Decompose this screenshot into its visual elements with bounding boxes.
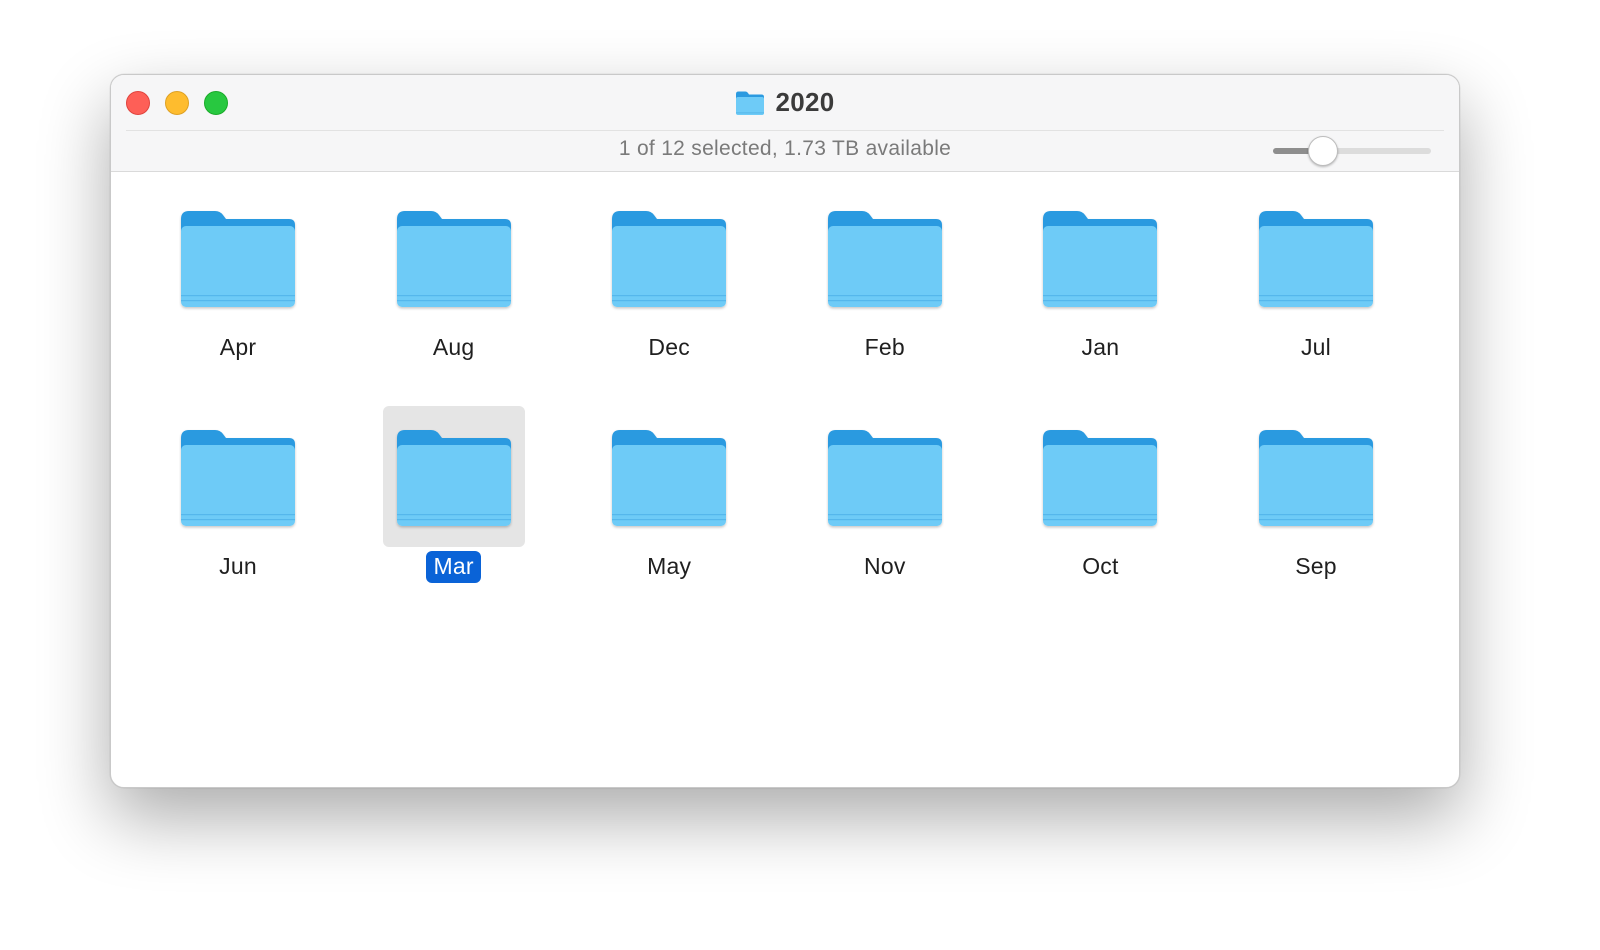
folder-label[interactable]: Dec [641, 332, 697, 364]
folder-label[interactable]: Oct [1075, 551, 1125, 583]
folder-label[interactable]: Apr [213, 332, 263, 364]
folder-label[interactable]: Jun [212, 551, 264, 583]
folder-icon[interactable] [826, 209, 944, 311]
folder-item[interactable]: Jul [1189, 172, 1443, 372]
folder-label[interactable]: Feb [858, 332, 912, 364]
folder-label[interactable]: Jul [1294, 332, 1338, 364]
folder-icon[interactable] [395, 428, 513, 530]
folder-label[interactable]: May [640, 551, 698, 583]
folder-icon[interactable] [395, 209, 513, 311]
title-bar[interactable]: 2020 1 of 12 selected, 1.73 TB available [111, 75, 1459, 172]
folder-item[interactable]: Sep [1189, 391, 1443, 591]
folder-label[interactable]: Nov [857, 551, 913, 583]
folder-label[interactable]: Mar [426, 551, 481, 583]
finder-window: 2020 1 of 12 selected, 1.73 TB available… [110, 74, 1460, 788]
folder-icon[interactable] [1041, 428, 1159, 530]
window-title: 2020 [775, 87, 835, 117]
folder-icon[interactable] [179, 209, 297, 311]
folder-icon[interactable] [179, 428, 297, 530]
folder-label[interactable]: Jan [1075, 332, 1127, 364]
folder-icon[interactable] [610, 209, 728, 311]
folder-icon[interactable] [1041, 209, 1159, 311]
folder-label[interactable]: Sep [1288, 551, 1344, 583]
folder-icon [736, 91, 765, 115]
icon-size-slider[interactable] [1273, 136, 1431, 167]
folder-icon[interactable] [1257, 209, 1375, 311]
slider-thumb[interactable] [1307, 136, 1338, 166]
status-bar-text: 1 of 12 selected, 1.73 TB available [618, 137, 952, 160]
folder-icon[interactable] [610, 428, 728, 530]
divider [126, 130, 1444, 131]
folder-icon[interactable] [1257, 428, 1375, 530]
folder-icon[interactable] [826, 428, 944, 530]
folder-label[interactable]: Aug [426, 332, 482, 364]
